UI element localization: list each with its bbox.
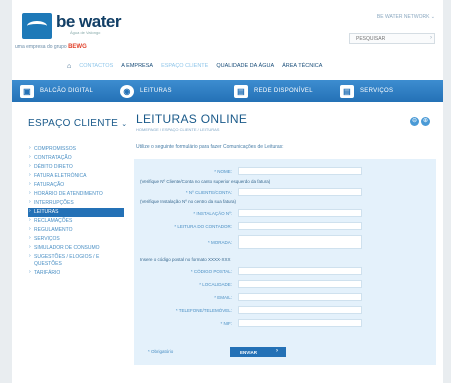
email-field[interactable]	[238, 293, 362, 301]
topnav-area-tecnica[interactable]: ÁREA TÉCNICA	[282, 63, 322, 69]
label-nif: * NIF:	[220, 320, 232, 326]
sidebar-item-simulador[interactable]: SIMULADOR DE CONSUMO	[28, 244, 124, 253]
sidebar-item-regulamento[interactable]: REGULAMENTO	[28, 226, 124, 235]
localidade-field[interactable]	[238, 280, 362, 288]
label-telefone: * TELEFONE/TELEMÓVEL:	[175, 307, 232, 313]
note-codigo: Insere o código postal no formato XXXX-X…	[140, 257, 231, 262]
rede-disponivel-button[interactable]: ▤ REDE DISPONÍVEL	[212, 80, 332, 102]
nif-field[interactable]	[238, 319, 362, 327]
codigo-postal-field[interactable]	[238, 267, 362, 275]
bewg-brand: BEWG	[68, 44, 87, 50]
submit-button[interactable]: ENVIAR ›	[230, 347, 286, 357]
print-icon[interactable]: ⊖	[410, 117, 419, 126]
service-bar: ▣ BALCÃO DIGITAL ◉ LEITURAS ▤ REDE DISPO…	[12, 80, 443, 102]
logo-icon[interactable]	[22, 13, 52, 39]
label-email: * EMAIL:	[214, 294, 232, 300]
breadcrumb[interactable]: HOMEPAGE / ESPAÇO CLIENTE / LEITURAS	[136, 127, 219, 132]
label-instalacao: * INSTALAÇÃO Nº:	[193, 210, 232, 216]
search-input[interactable]	[349, 33, 435, 44]
topnav-contactos[interactable]: CONTACTOS	[79, 63, 113, 69]
required-note: * Obrigatório	[148, 349, 174, 354]
logo-text[interactable]: be water	[56, 12, 121, 32]
sidebar-item-sugestoes[interactable]: SUGESTÕES / ELOGIOS / E QUESTÕES	[28, 253, 124, 269]
page: be water Água de Valongo uma empresa do …	[12, 0, 443, 383]
leitura-field[interactable]	[238, 222, 362, 230]
topnav-empresa[interactable]: A EMPRESA	[121, 63, 153, 69]
balcao-icon: ▣	[20, 84, 34, 98]
search-arrow-icon[interactable]: ›	[430, 35, 432, 41]
instalacao-field[interactable]	[238, 209, 362, 217]
leituras-button[interactable]: ◉ LEITURAS	[112, 80, 212, 102]
morada-field[interactable]	[238, 235, 362, 249]
top-nav: ⌂ CONTACTOS A EMPRESA ESPAÇO CLIENTE QUA…	[67, 59, 322, 73]
home-icon[interactable]: ⌂	[67, 63, 71, 70]
nome-field[interactable]	[238, 167, 362, 175]
sidebar-item-faturacao[interactable]: FATURAÇÃO	[28, 181, 124, 190]
label-codigo: * CÓDIGO POSTAL:	[190, 268, 232, 274]
cliente-field[interactable]	[238, 188, 362, 196]
logo-subtitle: Água de Valongo	[70, 30, 101, 35]
servicos-button[interactable]: ▤ SERVIÇOS	[332, 80, 432, 102]
leituras-icon: ◉	[120, 84, 134, 98]
chevron-down-icon: ⌄	[121, 121, 128, 128]
label-localidade: * LOCALIDADE:	[199, 281, 232, 287]
sidebar-item-leituras[interactable]: LEITURAS	[28, 208, 124, 217]
page-title: LEITURAS ONLINE	[136, 112, 248, 126]
balcao-digital-button[interactable]: ▣ BALCÃO DIGITAL	[12, 80, 112, 102]
arrow-right-icon: ›	[276, 348, 278, 354]
topnav-espaco-cliente[interactable]: ESPAÇO CLIENTE	[161, 63, 208, 69]
label-nome: * NOME:	[214, 168, 232, 174]
label-cliente: * Nº CLIENTE/CONTA:	[185, 189, 232, 195]
sidebar-item-fatura-eletronica[interactable]: FATURA ELETRÓNICA	[28, 172, 124, 181]
sidebar-item-horario[interactable]: HORÁRIO DE ATENDIMENTO	[28, 190, 124, 199]
sidebar-menu: COMPROMISSOS CONTRATAÇÃO DÉBITO DIRETO F…	[28, 145, 124, 278]
sidebar-item-reclamacoes[interactable]: RECLAMAÇÕES	[28, 217, 124, 226]
sidebar-item-debito-direto[interactable]: DÉBITO DIRETO	[28, 163, 124, 172]
servicos-icon: ▤	[340, 84, 354, 98]
sidebar-item-interrupcoes[interactable]: INTERRUPÇÕES	[28, 199, 124, 208]
network-dropdown[interactable]: BE WATER NETWORK ⌄	[377, 14, 435, 20]
sidebar-title: ESPAÇO CLIENTE ⌄	[28, 118, 128, 129]
note-cliente: (Verifique Nº Cliente/Conta no canto sup…	[140, 179, 271, 184]
leituras-form: * NOME: (Verifique Nº Cliente/Conta no c…	[134, 159, 436, 365]
note-instalacao: (Verifique Instalação Nº no centro da su…	[140, 199, 236, 204]
sidebar-item-compromissos[interactable]: COMPROMISSOS	[28, 145, 124, 154]
share-icon[interactable]: ⊕	[421, 117, 430, 126]
label-leitura: * LEITURA DO CONTADOR:	[174, 223, 232, 229]
sidebar-item-tarifario[interactable]: TARIFÁRIO	[28, 269, 124, 278]
rede-icon: ▤	[234, 84, 248, 98]
tagline: uma empresa do grupo BEWG	[15, 44, 87, 50]
sidebar-item-servicos[interactable]: SERVIÇOS	[28, 235, 124, 244]
sidebar-item-contratacao[interactable]: CONTRATAÇÃO	[28, 154, 124, 163]
topnav-qualidade[interactable]: QUALIDADE DA ÁGUA	[216, 63, 274, 69]
label-morada: * MORADA:	[207, 239, 232, 245]
form-intro: Utilize o seguinte formulário para fazer…	[136, 144, 284, 150]
telefone-field[interactable]	[238, 306, 362, 314]
